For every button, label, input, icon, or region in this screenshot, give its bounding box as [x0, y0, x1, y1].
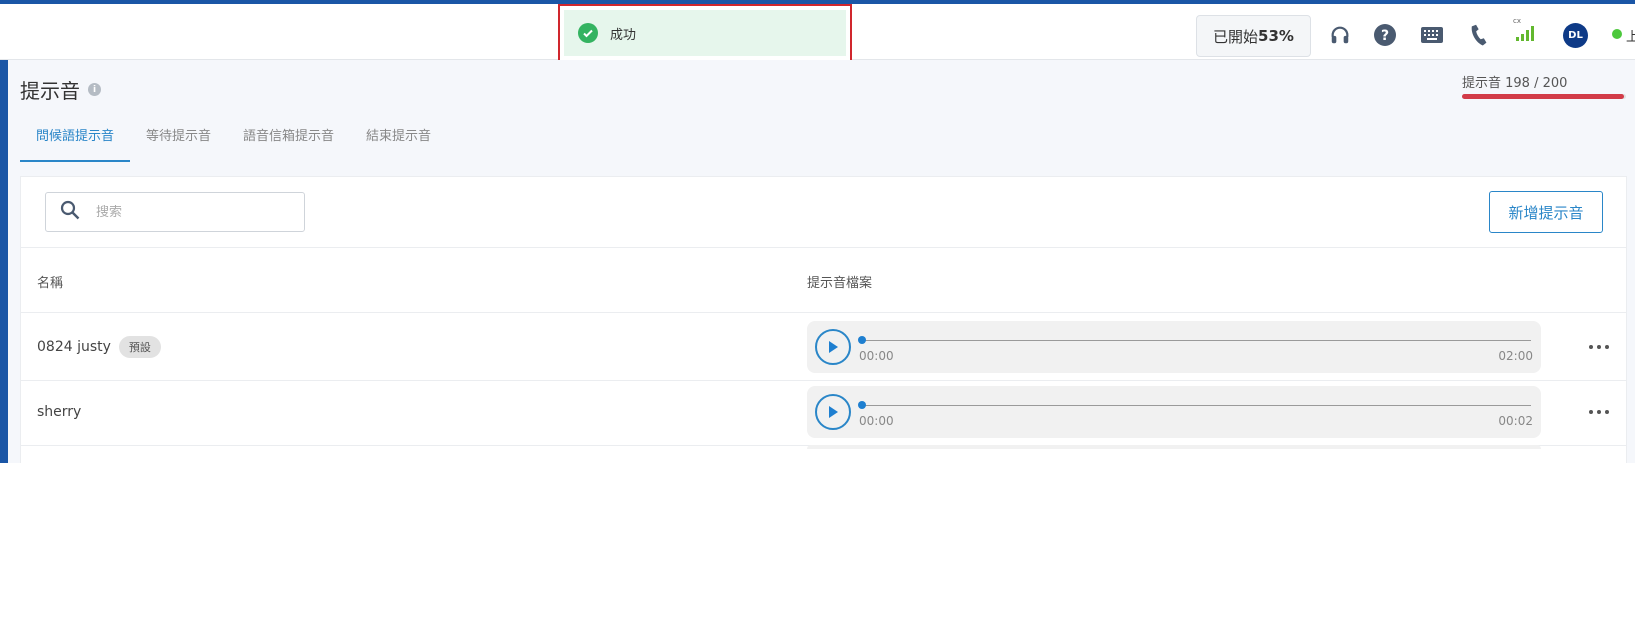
prompt-type-tabs: 問候語提示音 等待提示音 語音信箱提示音 結束提示音	[20, 118, 447, 162]
search-box[interactable]	[45, 192, 305, 232]
more-options-icon[interactable]	[1589, 337, 1609, 357]
success-toast: 成功	[558, 4, 852, 62]
search-icon	[60, 200, 80, 224]
default-badge: 預設	[118, 336, 161, 358]
tab-greeting[interactable]: 問候語提示音	[20, 118, 131, 162]
duration: 00:02	[1498, 414, 1533, 428]
play-button[interactable]	[815, 329, 851, 365]
audio-player: 00:00 00:02	[807, 386, 1541, 438]
seek-track[interactable]	[861, 405, 1531, 406]
tab-ending[interactable]: 結束提示音	[350, 118, 447, 162]
help-icon[interactable]: ?	[1372, 22, 1398, 48]
status-text[interactable]: 上	[1626, 26, 1635, 45]
table-header: 名稱 提示音檔案	[21, 247, 1626, 313]
svg-text:?: ?	[1381, 28, 1389, 44]
onboarding-progress-button[interactable]: 已開始 53%	[1196, 15, 1311, 57]
prompts-page: 提示音 i 提示音 198 / 200 問候語提示音 等待提示音 語音信箱提示音…	[8, 60, 1635, 476]
seek-handle[interactable]	[858, 336, 866, 344]
success-check-icon	[578, 23, 598, 43]
keyboard-icon[interactable]	[1419, 22, 1445, 48]
audio-player: 00:00 02:00	[807, 321, 1541, 373]
seek-handle[interactable]	[858, 401, 866, 409]
headset-icon[interactable]	[1327, 22, 1353, 48]
tab-voicemail[interactable]: 語音信箱提示音	[227, 118, 350, 162]
prompts-card: 新增提示音 名稱 提示音檔案 0824 justy 預設 00:00 02:00	[20, 176, 1627, 476]
play-icon	[829, 406, 838, 418]
page-title-text: 提示音	[20, 79, 80, 103]
progress-value: 53%	[1258, 27, 1294, 45]
signal-label: cx	[1513, 17, 1521, 25]
signal-strength-icon: cx	[1513, 16, 1539, 42]
page-title: 提示音 i	[20, 75, 101, 104]
prompt-name-cell: 0824 justy 預設	[37, 313, 161, 381]
duration: 02:00	[1498, 349, 1533, 363]
progress-label: 已開始	[1213, 27, 1259, 46]
table-row: 0824 justy 預設 00:00 02:00	[21, 313, 1626, 381]
current-time: 00:00	[859, 349, 894, 363]
info-icon[interactable]: i	[88, 83, 101, 96]
prompt-name-cell: sherry	[37, 378, 81, 446]
more-options-icon[interactable]	[1589, 402, 1609, 422]
user-avatar[interactable]: DL	[1563, 23, 1588, 48]
blank-area	[0, 463, 1635, 620]
left-accent-bar	[0, 60, 8, 463]
add-prompt-button[interactable]: 新增提示音	[1489, 191, 1603, 233]
seek-track[interactable]	[861, 340, 1531, 341]
phone-icon[interactable]	[1466, 22, 1492, 48]
prompt-name: sherry	[37, 404, 82, 420]
quota-text: 提示音 198 / 200	[1462, 76, 1568, 91]
toast-message: 成功	[610, 27, 637, 43]
quota-bar-fill	[1462, 94, 1625, 99]
column-header-name: 名稱	[37, 276, 64, 291]
current-time: 00:00	[859, 414, 894, 428]
audio-player-partial	[807, 445, 1541, 449]
prompt-name: 0824 justy	[37, 339, 111, 355]
play-button[interactable]	[815, 394, 851, 430]
quota-bar	[1462, 94, 1626, 99]
tab-waiting[interactable]: 等待提示音	[130, 118, 227, 162]
search-input[interactable]	[96, 204, 276, 220]
play-icon	[829, 341, 838, 353]
column-header-file: 提示音檔案	[807, 276, 873, 291]
online-status-dot	[1612, 29, 1622, 39]
table-row: sherry 00:00 00:02	[21, 378, 1626, 446]
